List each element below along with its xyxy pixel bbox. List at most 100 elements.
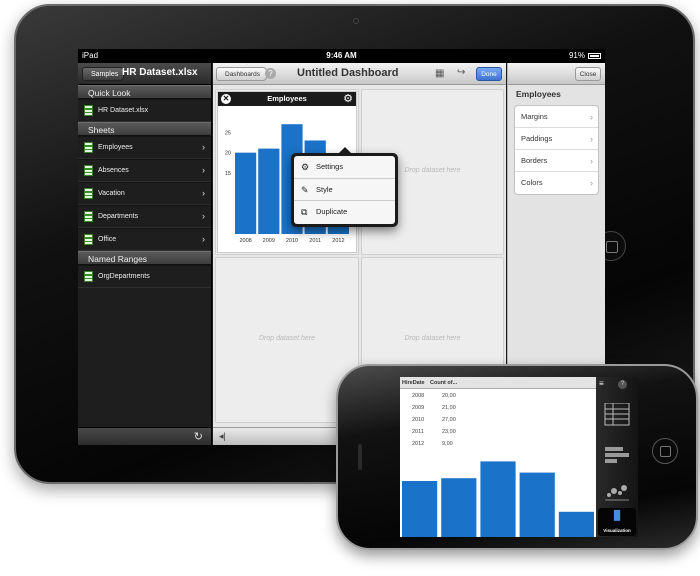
menu-item-duplicate[interactable]: ⧉ Duplicate xyxy=(294,201,395,224)
help-icon[interactable]: ? xyxy=(265,68,276,79)
close-button[interactable]: Close xyxy=(575,67,601,81)
table-cell: 2011 xyxy=(412,429,424,435)
table-row: 2009 21,00 xyxy=(400,402,480,414)
property-label: Colors xyxy=(521,178,543,187)
refresh-icon[interactable]: ↻ xyxy=(194,430,203,443)
chart-title: Employees xyxy=(267,94,307,103)
bar-2008 xyxy=(402,481,438,537)
bar-2010 xyxy=(480,461,516,537)
samples-back-button[interactable]: Samples xyxy=(82,67,125,81)
share-icon[interactable]: ↪ xyxy=(457,67,465,78)
sheet-item-absences[interactable]: Absences › xyxy=(78,159,211,182)
menu-item-settings[interactable]: ⚙ Settings xyxy=(294,156,395,179)
bar-2012 xyxy=(558,511,594,537)
chevron-right-icon: › xyxy=(202,165,205,175)
menu-icon[interactable]: ≡ xyxy=(599,379,604,388)
property-margins[interactable]: Margins › xyxy=(515,106,598,128)
spreadsheet-icon xyxy=(84,234,93,245)
bar-chart xyxy=(402,461,594,537)
properties-list: Margins › Paddings › Borders › Colors › xyxy=(514,105,599,195)
done-button[interactable]: Done xyxy=(476,67,502,81)
spreadsheet-icon xyxy=(84,142,93,153)
y-tick-label: 25 xyxy=(225,130,231,136)
table-cell: 9,00 xyxy=(442,441,453,447)
named-range-label: OrgDepartments xyxy=(98,273,150,280)
x-tick-label: 2010 xyxy=(286,238,298,244)
chevron-right-icon: › xyxy=(202,188,205,198)
scatter-chart-icon[interactable] xyxy=(605,485,629,501)
x-tick-label: 2009 xyxy=(263,238,275,244)
y-tick-label: 15 xyxy=(225,171,231,177)
sheet-label: Departments xyxy=(98,213,139,220)
property-borders[interactable]: Borders › xyxy=(515,150,598,172)
properties-header: Close xyxy=(508,63,605,85)
sheet-item-employees[interactable]: Employees › xyxy=(78,136,211,159)
table-cell: 2012 xyxy=(412,441,425,447)
table-cell: 2008 xyxy=(412,393,425,399)
dashboard-header: Dashboards ? Untitled Dashboard ▦ ↪ Done xyxy=(213,63,506,85)
table-cell: 2009 xyxy=(412,405,425,411)
table-cell: 23,00 xyxy=(442,429,456,435)
sheet-item-office[interactable]: Office › xyxy=(78,228,211,251)
visualization-tab-label: Visualization xyxy=(603,528,631,533)
status-bar: iPad 9:46 AM 91% xyxy=(78,49,605,63)
property-colors[interactable]: Colors › xyxy=(515,172,598,194)
bar-chart-icon[interactable] xyxy=(605,447,629,463)
drop-placeholder: Drop dataset here xyxy=(404,335,461,342)
layout-grid-icon[interactable]: ▦ xyxy=(435,68,444,79)
chevron-right-icon: › xyxy=(202,211,205,221)
table-cell: 20,00 xyxy=(442,393,456,399)
gear-icon[interactable]: ⚙ xyxy=(343,92,353,105)
table-view-icon[interactable] xyxy=(604,403,630,426)
column-header: HireDate xyxy=(402,380,425,386)
x-tick-label: 2008 xyxy=(239,238,251,244)
sheet-label: Vacation xyxy=(98,190,125,197)
collapse-sidebar-icon[interactable]: ◂| xyxy=(219,431,226,442)
x-tick-label: 2012 xyxy=(332,238,344,244)
properties-title: Employees xyxy=(516,89,561,99)
table-row: 2010 27,00 xyxy=(400,414,480,426)
visualization-type-icons xyxy=(604,403,630,501)
settings-icon: ⚙ xyxy=(301,162,310,172)
duplicate-icon: ⧉ xyxy=(301,207,308,218)
visualization-tab[interactable]: ▐▌ Visualization xyxy=(598,508,636,536)
speaker xyxy=(358,444,362,470)
brush-icon: ✎ xyxy=(301,184,309,195)
y-tick-label: 20 xyxy=(225,151,231,157)
chevron-right-icon: › xyxy=(590,178,593,188)
iphone-home-button[interactable] xyxy=(652,438,678,464)
bar-2011 xyxy=(519,472,555,537)
property-paddings[interactable]: Paddings › xyxy=(515,128,598,150)
battery-icon xyxy=(588,53,601,59)
spreadsheet-icon xyxy=(84,165,93,176)
data-table-header: HireDate Count of... xyxy=(400,377,596,389)
menu-item-label: Duplicate xyxy=(316,207,348,217)
chevron-right-icon: › xyxy=(202,234,205,244)
table-row: 2012 9,00 xyxy=(400,438,480,450)
sheet-item-departments[interactable]: Departments › xyxy=(78,205,211,228)
sidebar-footer: ↻ xyxy=(78,427,211,445)
sheet-item-vacation[interactable]: Vacation › xyxy=(78,182,211,205)
sheet-label: Employees xyxy=(98,144,133,151)
chevron-right-icon: › xyxy=(590,134,593,144)
table-cell: 21,00 xyxy=(442,405,456,411)
help-icon[interactable]: ? xyxy=(618,380,627,389)
named-range-item[interactable]: OrgDepartments xyxy=(78,265,211,288)
table-cell: 2010 xyxy=(412,417,425,423)
menu-item-style[interactable]: ✎ Style xyxy=(294,179,395,202)
menu-item-label: Settings xyxy=(316,162,344,171)
section-named-ranges: Named Ranges xyxy=(78,251,211,265)
chevron-right-icon: › xyxy=(202,142,205,152)
battery-percent: 91% xyxy=(568,51,585,60)
table-cell: 27,00 xyxy=(442,417,456,423)
widget-popup-menu: ⚙ Settings ✎ Style ⧉ Duplicate xyxy=(291,147,398,227)
chart-widget-header: ✕ Employees ⚙ xyxy=(218,92,356,106)
iphone-screen: HireDate Count of... 2008 20,00 2009 21,… xyxy=(400,377,638,537)
spreadsheet-icon xyxy=(84,188,93,199)
quick-look-item[interactable]: HR Dataset.xlsx xyxy=(78,99,211,122)
bar-2009 xyxy=(441,478,477,537)
bar-chart-icon: ▐▌ xyxy=(610,510,624,520)
quick-look-label: HR Dataset.xlsx xyxy=(98,107,149,114)
dashboards-back-button[interactable]: Dashboards xyxy=(216,67,268,81)
bar-2009 xyxy=(258,148,280,234)
